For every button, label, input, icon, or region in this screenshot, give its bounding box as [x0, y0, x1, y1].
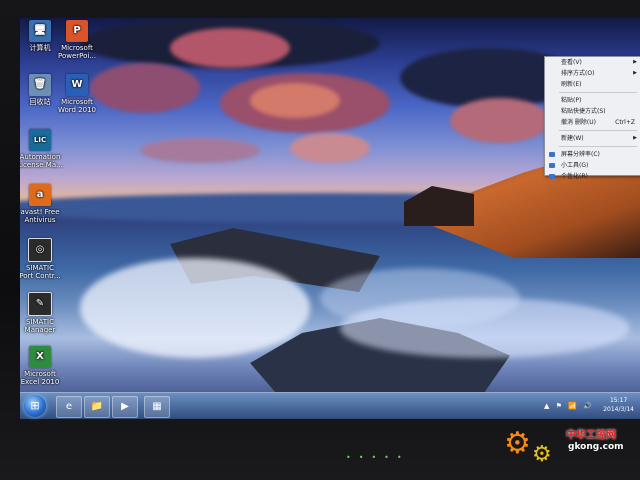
word-icon: W [66, 74, 88, 96]
taskbar-explorer[interactable]: 📁 [84, 396, 110, 418]
wallpaper-rock [404, 186, 474, 226]
menu-item-gadgets[interactable]: 小工具(G) [545, 160, 640, 171]
led-icon: • [384, 453, 397, 462]
desktop-icon-label: Microsoft Word 2010 [57, 98, 97, 114]
desktop-icon-label: SIMATIC Port Contr... [20, 264, 61, 280]
wallpaper-foam [340, 298, 630, 358]
clock-time: 15:17 [609, 397, 628, 404]
recycle-bin-icon: 🗑 [29, 74, 51, 96]
desktop-icon-avast[interactable]: a avast! Free Antivirus [20, 184, 68, 224]
simatic-port-icon: ◎ [28, 238, 52, 262]
clock-date: 2014/3/14 [603, 406, 634, 413]
menu-item-paste-shortcut[interactable]: 粘贴快捷方式(S) [545, 106, 640, 117]
desktop-icon-license-manager[interactable]: LIC Automation License Ma... [20, 129, 68, 169]
gear-icon: ⚙ [532, 442, 552, 467]
desktop-icon-simatic-manager[interactable]: ✎ SIMATIC Manager [20, 292, 68, 334]
windows-logo-icon: ⊞ [30, 399, 40, 412]
computer-icon: 🖥 [29, 20, 51, 42]
led-icon: • [371, 453, 385, 462]
desktop-context-menu: 查看(V) ▶ 排序方式(O) ▶ 刷新(E) 粘贴(P) 粘贴快捷方式(S) 撤消… [544, 56, 640, 180]
avast-icon: a [29, 184, 51, 206]
simatic-manager-icon: ✎ [28, 292, 52, 316]
start-button[interactable]: ⊞ [24, 395, 46, 417]
led-icon: • [346, 453, 359, 462]
wallpaper-cloud [170, 28, 290, 68]
taskbar-internet-explorer[interactable]: e [56, 396, 82, 418]
menu-item-sort-by[interactable]: 排序方式(O) ▶ [545, 68, 640, 79]
gkong-watermark: ⚙ ⚙ 中华工控网 gkong.com [496, 416, 640, 472]
desktop-icon-label: avast! Free Antivirus [20, 208, 60, 224]
led-icon: • [396, 453, 410, 462]
menu-item-undo-delete[interactable]: 撤消 删除(U) Ctrl+Z [545, 117, 640, 128]
wallpaper-cloud [290, 133, 370, 163]
program-icon: ▦ [152, 401, 162, 412]
menu-item-paste[interactable]: 粘贴(P) [545, 95, 640, 106]
screen-resolution-icon [549, 152, 555, 157]
wallpaper-cloud [250, 83, 340, 118]
gear-icon: ⚙ [504, 426, 531, 461]
wallpaper-cloud [140, 138, 260, 163]
taskbar-program[interactable]: ▦ [144, 396, 170, 418]
menu-item-view[interactable]: 查看(V) ▶ [545, 57, 640, 68]
led-icon: • [358, 453, 372, 462]
desktop-icon-powerpoint[interactable]: P Microsoft PowerPoi... [49, 20, 105, 60]
excel-icon: X [29, 346, 51, 368]
desktop-icon-label: Automation License Ma... [20, 153, 63, 169]
wallpaper-cloud [450, 98, 550, 143]
desktop-icon-label: Microsoft PowerPoi... [57, 44, 97, 60]
powerpoint-icon: P [66, 20, 88, 42]
gadgets-icon [549, 163, 555, 168]
taskbar: ⊞ e 📁 ▶ ▦ ▲ ⚑ 📶 🔊 15:17 2014/3/14 [20, 392, 640, 419]
system-tray: ▲ ⚑ 📶 🔊 15:17 2014/3/14 [544, 395, 634, 417]
desktop-icon-word[interactable]: W Microsoft Word 2010 [49, 74, 105, 114]
folder-icon: 📁 [90, 401, 104, 412]
menu-shortcut: Ctrl+Z [615, 119, 635, 126]
watermark-title: 中华工控网 [566, 430, 616, 441]
license-manager-icon: LIC [29, 129, 51, 151]
menu-item-personalize[interactable]: 个性化(R) [545, 171, 640, 182]
menu-item-refresh[interactable]: 刷新(E) [545, 79, 640, 90]
internet-explorer-icon: e [65, 401, 73, 412]
menu-separator [559, 92, 637, 93]
taskbar-media-player[interactable]: ▶ [112, 396, 138, 418]
submenu-arrow-icon: ▶ [633, 70, 637, 76]
menu-item-screen-resolution[interactable]: 屏幕分辨率(C) [545, 149, 640, 160]
monitor-leds: ••••• [346, 453, 466, 463]
menu-item-new[interactable]: 新建(W) ▶ [545, 133, 640, 144]
clock[interactable]: 15:17 2014/3/14 [603, 396, 634, 414]
media-player-icon: ▶ [121, 401, 129, 412]
desktop-icon-excel[interactable]: X Microsoft Excel 2010 [20, 346, 68, 386]
personalize-icon [549, 174, 555, 179]
desktop-icon-simatic-port[interactable]: ◎ SIMATIC Port Contr... [20, 238, 68, 280]
wallpaper-cloud [90, 63, 200, 113]
watermark-url: gkong.com [568, 442, 624, 452]
wallpaper-foam [80, 258, 310, 358]
submenu-arrow-icon: ▶ [633, 135, 637, 141]
tray-icons[interactable]: ▲ ⚑ 📶 🔊 [544, 402, 594, 410]
menu-separator [559, 130, 637, 131]
desktop-icon-label: SIMATIC Manager [24, 318, 56, 334]
desktop-icon-label: Microsoft Excel 2010 [20, 370, 60, 386]
submenu-arrow-icon: ▶ [633, 59, 637, 65]
menu-separator [559, 146, 637, 147]
